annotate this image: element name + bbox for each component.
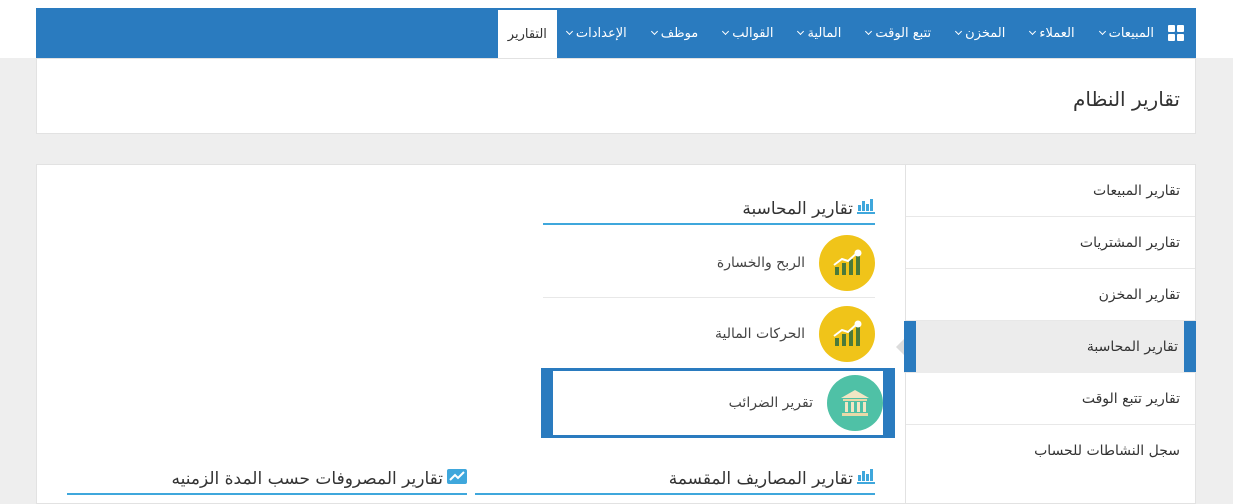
chevron-down-icon [865, 27, 873, 36]
apps-grid-icon[interactable] [1168, 25, 1184, 41]
nav-inventory[interactable]: المخزن [955, 8, 1006, 58]
trend-line-icon [447, 469, 467, 489]
chevron-down-icon [1029, 27, 1037, 36]
page-header: تقارير النظام [36, 58, 1196, 134]
report-financial-transactions[interactable]: الحركات المالية [543, 299, 875, 369]
chevron-down-icon [650, 27, 658, 36]
sidebar-item-label: تقارير تتبع الوقت [1081, 390, 1180, 407]
reports-sidebar: تقارير المبيعات تقارير المشتريات تقارير … [896, 165, 1196, 504]
sidebar-item-label: تقارير المشتريات [1079, 234, 1180, 251]
nav-settings-label: الإعدادات [575, 25, 627, 41]
expenses-period-title: تقارير المصروفات حسب المدة الزمنيه [171, 469, 443, 489]
nav-reports-active[interactable]: التقارير [493, 10, 561, 58]
sidebar-item-label: سجل النشاطات للحساب [1034, 443, 1180, 459]
sidebar-item-activity-log[interactable]: سجل النشاطات للحساب [906, 425, 1195, 477]
sidebar-item-label: تقارير المخزن [1098, 286, 1180, 303]
chevron-down-icon [797, 27, 805, 36]
bank-icon [827, 375, 883, 431]
nav-templates-label: القوالب [732, 25, 774, 41]
sidebar-item-time-tracking-reports[interactable]: تقارير تتبع الوقت [906, 373, 1195, 425]
sidebar-item-accounting-reports[interactable]: تقارير المحاسبة [896, 320, 1196, 373]
nav-clients-label: العملاء [1039, 25, 1075, 41]
page-title: تقارير النظام [1073, 87, 1180, 111]
nav-sales[interactable]: المبيعات [1098, 8, 1154, 58]
divided-expenses-heading: تقارير المصاريف المقسمة [475, 465, 875, 495]
active-pointer-arrow [896, 339, 904, 355]
nav-templates[interactable]: القوالب [722, 8, 774, 58]
sidebar-item-label: تقارير المبيعات [1093, 182, 1180, 199]
nav-finance[interactable]: المالية [797, 8, 842, 58]
nav-employee[interactable]: موظف [650, 8, 699, 58]
divided-expenses-title: تقارير المصاريف المقسمة [668, 469, 853, 489]
sidebar-item-sales-reports[interactable]: تقارير المبيعات [906, 165, 1195, 217]
nav-time-tracking-label: تتبع الوقت [875, 25, 932, 41]
reports-panel: تقارير المبيعات تقارير المشتريات تقارير … [36, 164, 1196, 504]
nav-employee-label: موظف [660, 25, 699, 41]
chevron-down-icon [565, 27, 573, 36]
report-profit-loss[interactable]: الربح والخسارة [543, 228, 875, 298]
report-label: الربح والخسارة [716, 254, 805, 271]
nav-sales-label: المبيعات [1108, 25, 1154, 41]
accounting-section-heading: تقارير المحاسبة [543, 195, 875, 225]
report-label: تقرير الضرائب [728, 395, 813, 411]
report-label: الحركات المالية [715, 326, 805, 342]
bar-chart-icon [857, 199, 875, 219]
chevron-down-icon [1098, 27, 1106, 36]
main-navbar: المبيعات العملاء المخزن تتبع الوقت المال… [36, 8, 1196, 58]
nav-reports-label: التقارير [507, 26, 547, 42]
transactions-chart-icon [819, 306, 875, 362]
expenses-period-heading: تقارير المصروفات حسب المدة الزمنيه [67, 465, 467, 495]
nav-inventory-label: المخزن [965, 25, 1006, 41]
sidebar-item-inventory-reports[interactable]: تقارير المخزن [906, 269, 1195, 321]
nav-clients[interactable]: العملاء [1029, 8, 1075, 58]
nav-time-tracking[interactable]: تتبع الوقت [865, 8, 932, 58]
accounting-section-title: تقارير المحاسبة [742, 199, 853, 219]
report-tax-selected[interactable]: تقرير الضرائب [541, 368, 895, 438]
sidebar-item-label: تقارير المحاسبة [1086, 338, 1178, 355]
profit-chart-icon [819, 234, 875, 291]
sidebar-item-purchase-reports[interactable]: تقارير المشتريات [906, 217, 1195, 269]
chevron-down-icon [722, 27, 730, 36]
chevron-down-icon [955, 27, 963, 36]
nav-settings[interactable]: الإعدادات [565, 8, 627, 58]
bar-chart-icon [857, 469, 875, 489]
nav-finance-label: المالية [807, 25, 842, 41]
